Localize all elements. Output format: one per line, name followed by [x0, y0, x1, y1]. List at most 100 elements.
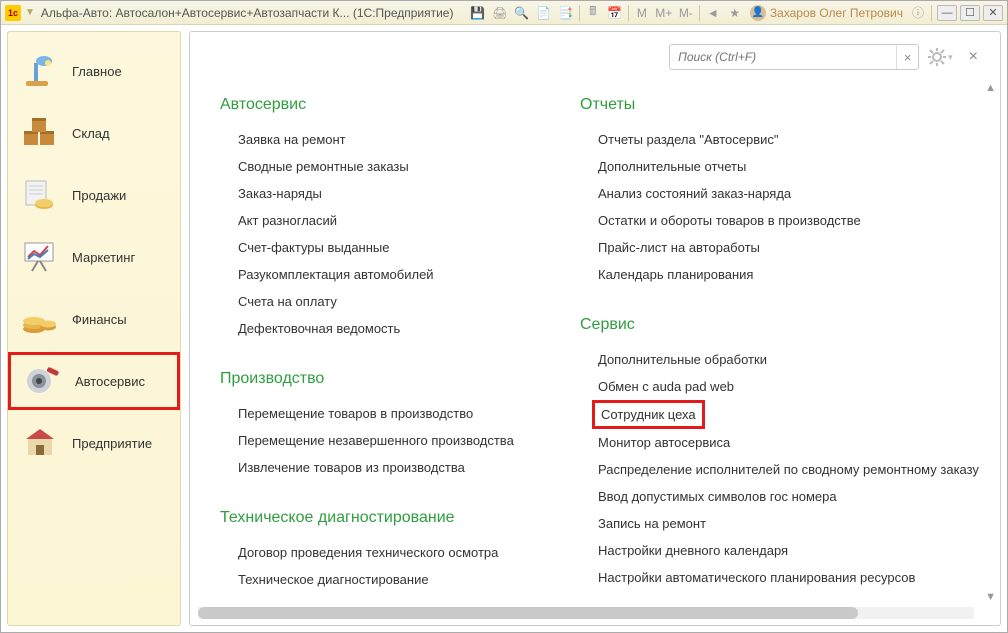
sidebar-item-sales[interactable]: Продажи [8, 166, 180, 224]
menu-link[interactable]: Ввод допустимых символов гос номера [598, 483, 979, 510]
turbo-wrench-icon [21, 361, 65, 401]
menu-link[interactable]: Счет-фактуры выданные [238, 234, 570, 261]
sidebar-item-label: Склад [72, 126, 110, 141]
section-title-production: Производство [220, 370, 570, 388]
menu-link[interactable]: Разукомплектация автомобилей [238, 261, 570, 288]
menu-link-highlighted[interactable]: Сотрудник цеха [592, 400, 705, 429]
content-area: Автосервис Заявка на ремонт Сводные ремо… [190, 74, 1000, 597]
link-list: Перемещение товаров в производство Перем… [238, 400, 570, 481]
toolbar-divider [699, 5, 700, 21]
search-field-wrap: × [669, 44, 919, 70]
toolbar-print-icon[interactable]: 🖨 [490, 3, 510, 23]
boxes-icon [18, 113, 62, 153]
menu-link[interactable]: Договор проведения технического осмотра [238, 539, 570, 566]
link-list: Дополнительные обработки Обмен с auda pa… [598, 346, 979, 591]
section-title-autoservice: Автосервис [220, 96, 570, 114]
window-title: Альфа-Авто: Автосалон+Автосервис+Автозап… [41, 6, 454, 20]
menu-link[interactable]: Остатки и обороты товаров в производстве [598, 207, 979, 234]
menu-link[interactable]: Перемещение товаров в производство [238, 400, 570, 427]
toolbar-back-icon[interactable]: ◄ [703, 3, 723, 23]
toolbar-divider [579, 5, 580, 21]
menu-link[interactable]: Извлечение товаров из производства [238, 454, 570, 481]
content-column-right: Отчеты Отчеты раздела "Автосервис" Допол… [580, 92, 979, 597]
presentation-chart-icon [18, 237, 62, 277]
sidebar-item-marketing[interactable]: Маркетинг [8, 228, 180, 286]
menu-link[interactable]: Анализ состояний заказ-наряда [598, 180, 979, 207]
menu-link[interactable]: Дополнительные отчеты [598, 153, 979, 180]
search-input[interactable] [670, 50, 896, 64]
close-panel-button[interactable]: × [969, 48, 978, 66]
main-panel: × ▾ × Автосервис Заявка на ремонт Сводны… [189, 31, 1001, 626]
user-block[interactable]: 👤 Захаров Олег Петрович [750, 5, 903, 21]
sidebar-item-warehouse[interactable]: Склад [8, 104, 180, 162]
content-column-left: Автосервис Заявка на ремонт Сводные ремо… [220, 92, 570, 597]
menu-link[interactable]: Настройки дневного календаря [598, 537, 979, 564]
toolbar-divider [628, 5, 629, 21]
sidebar-item-label: Маркетинг [72, 250, 135, 265]
toolbar-copy-icon[interactable]: 📑 [556, 3, 576, 23]
coins-stack-icon [18, 299, 62, 339]
gear-dropdown-arrow-icon: ▾ [948, 52, 953, 63]
menu-link[interactable]: Техническое диагностирование [238, 566, 570, 593]
toolbar-save-icon[interactable]: 💾 [468, 3, 488, 23]
toolbar-mplus-button[interactable]: M+ [654, 3, 674, 23]
toolbar-info-icon[interactable]: ⓘ [908, 3, 928, 23]
toolbar-calculator-icon[interactable]: 🖩 [583, 3, 603, 23]
sidebar-item-label: Предприятие [72, 436, 152, 451]
toolbar-divider [931, 5, 932, 21]
menu-link[interactable]: Запись на ремонт [598, 510, 979, 537]
main-header: × ▾ × [190, 32, 1000, 74]
link-list: Отчеты раздела "Автосервис" Дополнительн… [598, 126, 979, 288]
menu-link[interactable]: Календарь планирования [598, 261, 979, 288]
app-menu-dropdown[interactable]: ▼ [25, 7, 35, 18]
settings-gear-button[interactable]: ▾ [927, 47, 953, 67]
menu-link[interactable]: Сводные ремонтные заказы [238, 153, 570, 180]
sidebar: Главное Склад Прод [7, 31, 181, 626]
sidebar-item-autoservice[interactable]: Автосервис [8, 352, 180, 410]
toolbar-m-button[interactable]: M [632, 3, 652, 23]
menu-link[interactable]: Дополнительные обработки [598, 346, 979, 373]
scroll-down-arrow-icon[interactable]: ▼ [985, 591, 996, 603]
user-avatar-icon: 👤 [750, 5, 766, 21]
toolbar-calendar-icon[interactable]: 📅 [605, 3, 625, 23]
menu-link[interactable]: Прайс-лист на автоработы [598, 234, 979, 261]
link-list: Договор проведения технического осмотра … [238, 539, 570, 593]
sidebar-item-finance[interactable]: Финансы [8, 290, 180, 348]
sidebar-item-enterprise[interactable]: Предприятие [8, 414, 180, 472]
horizontal-scrollbar[interactable] [198, 607, 974, 619]
sidebar-item-main[interactable]: Главное [8, 42, 180, 100]
scrollbar-thumb[interactable] [198, 607, 858, 619]
receipt-coins-icon [18, 175, 62, 215]
section-title-service: Сервис [580, 316, 979, 334]
window-close-button[interactable]: ✕ [983, 5, 1003, 21]
toolbar-mminus-button[interactable]: M- [676, 3, 696, 23]
menu-link[interactable]: Счета на оплату [238, 288, 570, 315]
toolbar-doc-icon[interactable]: 📄 [534, 3, 554, 23]
menu-link[interactable]: Обмен с auda pad web [598, 373, 979, 400]
menu-link[interactable]: Дефектовочная ведомость [238, 315, 570, 342]
scroll-up-arrow-icon[interactable]: ▲ [985, 82, 996, 94]
toolbar-favorite-icon[interactable]: ★ [725, 3, 745, 23]
sidebar-item-label: Финансы [72, 312, 127, 327]
window-minimize-button[interactable]: — [937, 5, 957, 21]
menu-link[interactable]: Перемещение незавершенного производства [238, 427, 570, 454]
menu-link[interactable]: Отчеты раздела "Автосервис" [598, 126, 979, 153]
user-name: Захаров Олег Петрович [770, 6, 903, 20]
titlebar: 1c ▼ Альфа-Авто: Автосалон+Автосервис+Ав… [1, 1, 1007, 25]
menu-link[interactable]: Монитор автосервиса [598, 429, 979, 456]
menu-link[interactable]: Акт разногласий [238, 207, 570, 234]
link-list: Заявка на ремонт Сводные ремонтные заказ… [238, 126, 570, 342]
sidebar-item-label: Продажи [72, 188, 126, 203]
search-clear-button[interactable]: × [896, 45, 918, 69]
window-maximize-button[interactable]: ☐ [960, 5, 980, 21]
menu-link[interactable]: Заказ-наряды [238, 180, 570, 207]
desk-lamp-icon [18, 51, 62, 91]
sidebar-item-label: Автосервис [75, 374, 145, 389]
menu-link[interactable]: Заявка на ремонт [238, 126, 570, 153]
building-icon [18, 423, 62, 463]
menu-link[interactable]: Настройки автоматического планирования р… [598, 564, 979, 591]
section-title-reports: Отчеты [580, 96, 979, 114]
menu-link[interactable]: Распределение исполнителей по сводному р… [598, 456, 979, 483]
toolbar-preview-icon[interactable]: 🔍 [512, 3, 532, 23]
sidebar-item-label: Главное [72, 64, 122, 79]
